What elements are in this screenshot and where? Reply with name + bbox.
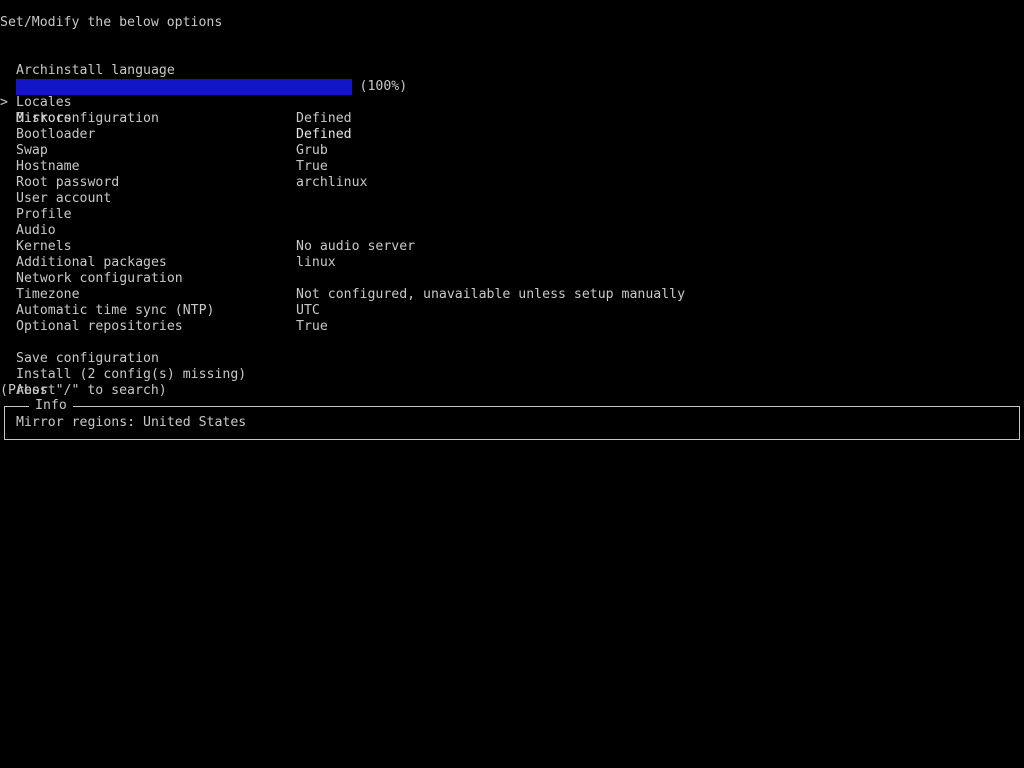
info-panel-text: Mirror regions: United States bbox=[16, 415, 247, 430]
search-hint: (Press "/" to search) bbox=[0, 383, 167, 398]
menu-item-value: True bbox=[296, 319, 328, 334]
info-panel-title: Info bbox=[29, 398, 73, 414]
menu-item-optional-repositories[interactable]: Optional repositories bbox=[0, 303, 1024, 334]
menu-item-timezone[interactable]: Timezone UTC bbox=[0, 271, 1024, 318]
install-button[interactable]: Install (2 config(s) missing) bbox=[0, 351, 1024, 382]
menu-item-mirrors[interactable]: > Mirrors Defined bbox=[0, 63, 1024, 142]
menu-item-bootloader[interactable]: Bootloader Grub bbox=[0, 111, 1024, 158]
menu-item-network-configuration[interactable]: Network configuration Not configured, un… bbox=[0, 255, 1024, 302]
menu-item-root-password[interactable]: Root password bbox=[0, 159, 1024, 190]
menu-item-audio[interactable]: Audio No audio server bbox=[0, 207, 1024, 254]
menu-item-disk-configuration[interactable]: Disk configuration bbox=[0, 95, 1024, 126]
page-title: Set/Modify the below options bbox=[0, 15, 223, 30]
menu-item-hostname[interactable]: Hostname archlinux bbox=[0, 143, 1024, 190]
menu-item-archinstall-language[interactable]: Archinstall language English (100%) bbox=[0, 47, 1024, 94]
menu-item-label: Optional repositories bbox=[16, 319, 183, 334]
menu-item-additional-packages[interactable]: Additional packages bbox=[0, 239, 1024, 270]
menu-item-user-account[interactable]: User account bbox=[0, 175, 1024, 206]
abort-button[interactable]: Abort bbox=[0, 367, 1024, 398]
info-panel: Info Mirror regions: United States bbox=[4, 398, 1020, 440]
menu-item-kernels[interactable]: Kernels linux bbox=[0, 223, 1024, 270]
menu-item-automatic-time-sync[interactable]: Automatic time sync (NTP) True bbox=[0, 287, 1024, 334]
menu-item-profile[interactable]: Profile bbox=[0, 191, 1024, 222]
menu-item-locales[interactable]: Locales Defined bbox=[0, 79, 1024, 126]
menu-item-swap[interactable]: Swap True bbox=[0, 127, 1024, 174]
save-configuration-button[interactable]: Save configuration bbox=[0, 335, 1024, 366]
